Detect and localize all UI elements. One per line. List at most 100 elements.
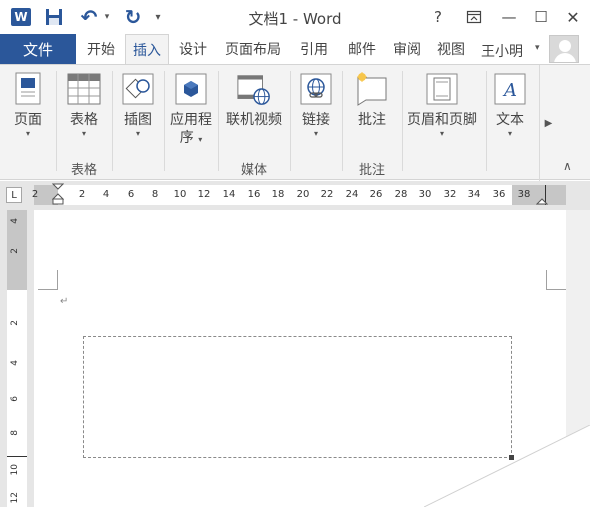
- undo-dropdown-icon[interactable]: ▾: [102, 7, 112, 27]
- avatar-head-shape: [559, 40, 571, 52]
- tab-file[interactable]: 文件: [0, 34, 76, 64]
- page-curl-decoration: [424, 425, 590, 507]
- ruler-tick: 16: [247, 189, 261, 200]
- tab-mailings[interactable]: 邮件: [340, 34, 384, 64]
- ruler-tick: 32: [443, 189, 457, 200]
- ruler-tick: 22: [320, 189, 334, 200]
- page-bottom-marker: [7, 456, 27, 457]
- online-video-label: 联机视频: [226, 112, 282, 128]
- tab-review[interactable]: 审阅: [386, 34, 428, 64]
- illustrations-label: 插图: [124, 112, 152, 128]
- group-divider: [56, 71, 57, 171]
- tab-selector-button[interactable]: L: [6, 187, 22, 203]
- table-button[interactable]: 表格 ▾: [62, 71, 106, 139]
- minimize-button[interactable]: —: [496, 6, 522, 28]
- illustrations-button[interactable]: 插图 ▾: [116, 71, 160, 139]
- group-divider: [486, 71, 487, 171]
- group-divider: [290, 71, 291, 171]
- apps-button[interactable]: 应用程 序 ▾: [166, 71, 216, 147]
- redo-icon[interactable]: ↻: [122, 5, 144, 29]
- ruler-tick: 6: [127, 189, 135, 200]
- group-divider: [218, 71, 219, 171]
- comment-label: 批注: [358, 112, 386, 128]
- close-button[interactable]: ✕: [560, 6, 586, 28]
- svg-text:A: A: [502, 80, 517, 101]
- group-label-media: 媒体: [240, 163, 267, 178]
- maximize-button[interactable]: ☐: [528, 6, 554, 28]
- ruler-tick: 2: [78, 189, 86, 200]
- links-label: 链接: [302, 112, 330, 128]
- text-dropdown-icon: ▾: [507, 129, 512, 138]
- help-button[interactable]: ?: [425, 6, 451, 28]
- word-logo-letter: W: [11, 8, 31, 26]
- pages-icon: [10, 71, 46, 107]
- user-name[interactable]: 王小明: [481, 41, 523, 61]
- group-label-comments: 批注: [358, 163, 385, 178]
- apps-icon: [173, 71, 209, 107]
- tab-insert[interactable]: 插入: [125, 34, 169, 65]
- vertical-ruler[interactable]: 4 2 2 4 6 8 10 12: [7, 210, 27, 507]
- ruler-tick: 20: [296, 189, 310, 200]
- ribbon-display-options-button[interactable]: [461, 6, 487, 28]
- apps-label-line2: 序: [179, 130, 194, 146]
- ruler-tick: 2: [10, 320, 20, 326]
- collapse-ribbon-icon[interactable]: ∧: [563, 159, 572, 173]
- links-dropdown-icon: ▾: [313, 129, 318, 138]
- word-logo-icon[interactable]: W: [9, 7, 33, 27]
- illustrations-dropdown-icon: ▾: [135, 129, 140, 138]
- save-icon[interactable]: [44, 7, 64, 27]
- ribbon-scroll-right-icon[interactable]: ▶: [539, 65, 557, 181]
- crop-mark-top-right: [546, 270, 566, 290]
- ruler-tick: 4: [102, 189, 110, 200]
- horizontal-ruler-bar: L 2 2 4 6 8 10 12 14 16 18 20 22 24 26 2…: [0, 181, 590, 210]
- ruler-tick: 34: [467, 189, 481, 200]
- avatar[interactable]: [549, 35, 579, 63]
- pages-button[interactable]: 页面 ▾: [6, 71, 50, 139]
- links-button[interactable]: 链接 ▾: [294, 71, 338, 139]
- ruler-tick: 30: [418, 189, 432, 200]
- ruler-tick: 4: [10, 218, 20, 224]
- ruler-tick: 38: [517, 189, 531, 200]
- user-dropdown-icon[interactable]: ▾: [535, 43, 540, 53]
- header-footer-icon: [424, 71, 460, 107]
- tab-view[interactable]: 视图: [430, 34, 472, 64]
- ruler-tick: 6: [10, 396, 20, 402]
- ribbon-insert: 页面 ▾ 表格 ▾ 表格 插图 ▾ 应用程 序 ▾ 联机视频 媒体 链接 ▾ 批…: [0, 64, 590, 181]
- title-bar: W ↶ ▾ ↻ ▾ 文档1 - Word ? — ☐ ✕: [0, 0, 590, 34]
- paragraph-mark: ↵: [60, 296, 69, 307]
- header-footer-button[interactable]: 页眉和页脚 ▾: [402, 71, 482, 139]
- tab-page-layout[interactable]: 页面布局: [218, 34, 288, 64]
- ruler-tick: 36: [492, 189, 506, 200]
- indent-markers-icon[interactable]: [52, 183, 64, 207]
- group-divider: [342, 71, 343, 171]
- illustrations-icon: [120, 71, 156, 107]
- ruler-tick: 24: [345, 189, 359, 200]
- group-divider: [164, 71, 165, 171]
- ruler-tick: 12: [10, 492, 20, 504]
- ruler-tick: 4: [10, 360, 20, 366]
- ruler-tick: 10: [10, 464, 20, 476]
- undo-icon[interactable]: ↶: [78, 5, 100, 29]
- right-indent-icon[interactable]: [536, 195, 548, 205]
- group-label-tables: 表格: [70, 163, 97, 178]
- ruler-tick: 14: [222, 189, 236, 200]
- table-label: 表格: [70, 112, 98, 128]
- apps-label: 应用程 序 ▾: [170, 111, 212, 147]
- horizontal-ruler[interactable]: 2 2 4 6 8 10 12 14 16 18 20 22 24 26 28 …: [32, 183, 566, 207]
- customize-qat-icon[interactable]: ▾: [152, 7, 164, 27]
- table-dropdown-icon: ▾: [81, 129, 86, 138]
- apps-label-line1: 应用程: [170, 112, 212, 128]
- pages-label: 页面: [14, 112, 42, 128]
- ruler-tick: 18: [271, 189, 285, 200]
- online-video-button[interactable]: 联机视频: [220, 71, 288, 129]
- header-footer-dropdown-icon: ▾: [439, 129, 444, 138]
- tab-references[interactable]: 引用: [292, 34, 336, 64]
- ruler-tick: 28: [394, 189, 408, 200]
- text-button[interactable]: A 文本 ▾: [488, 71, 532, 139]
- tab-home[interactable]: 开始: [80, 34, 122, 64]
- ribbon-tab-bar: 文件 开始 插入 设计 页面布局 引用 邮件 审阅 视图 王小明 ▾: [0, 34, 590, 65]
- new-comment-button[interactable]: 批注: [348, 71, 396, 129]
- vertical-ruler-bar: 4 2 2 4 6 8 10 12: [0, 210, 34, 507]
- tab-design[interactable]: 设计: [172, 34, 214, 64]
- crop-mark-top-left: [38, 270, 58, 290]
